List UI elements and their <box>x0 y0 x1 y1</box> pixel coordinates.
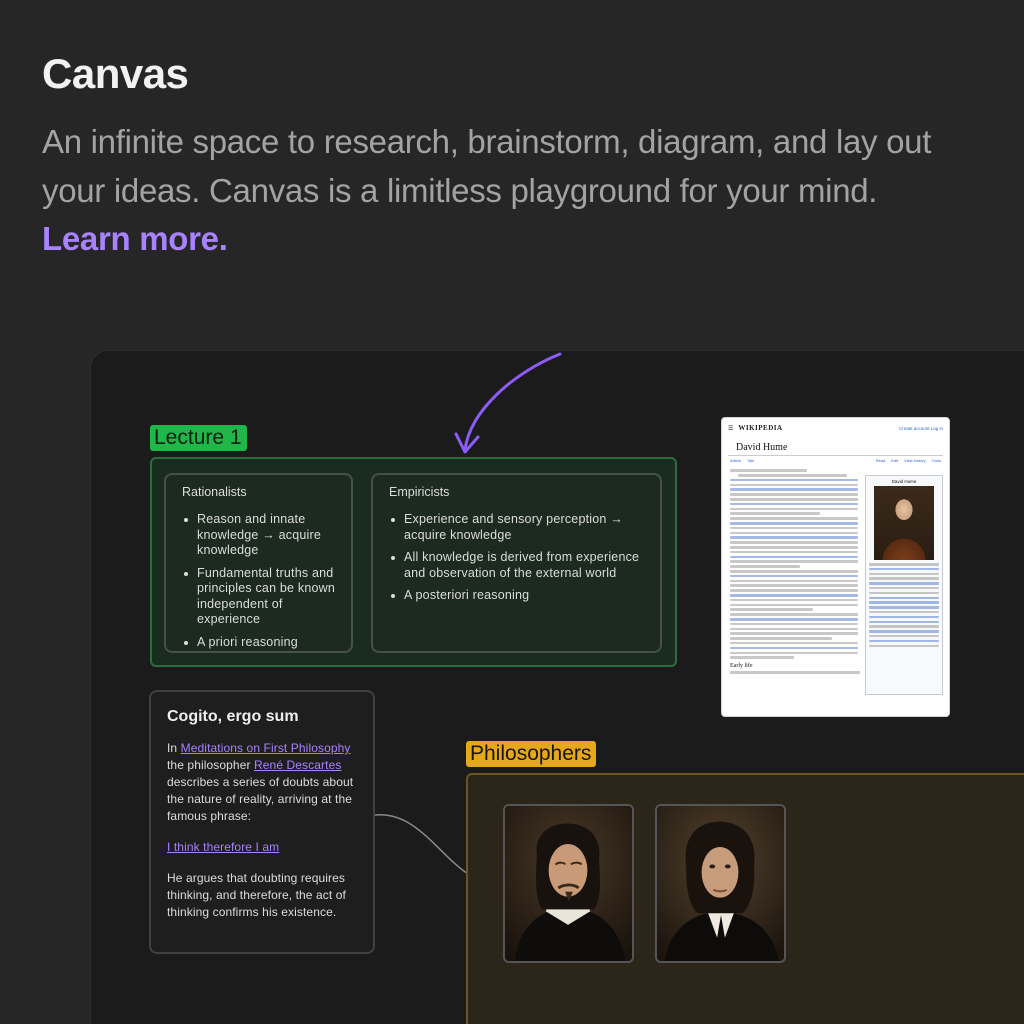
wiki-title: David Hume <box>728 438 943 456</box>
empiricists-list: Experience and sensory perception → acqu… <box>389 512 646 604</box>
rationalists-title: Rationalists <box>182 485 247 499</box>
hero-description-text: An infinite space to research, brainstor… <box>42 123 932 209</box>
empiricists-title: Empiricists <box>389 485 450 499</box>
wiki-tab[interactable]: Edit <box>891 458 898 463</box>
i-think-link[interactable]: I think therefore I am <box>167 840 279 854</box>
list-item: A posteriori reasoning <box>389 588 646 604</box>
rationalists-list: Reason and innate knowledge → acquire kn… <box>182 512 337 650</box>
wiki-tabs: Article Talk Read Edit View history Tool… <box>722 456 949 465</box>
group-label-philosophers[interactable]: Philosophers <box>466 741 597 768</box>
cogito-paragraph-2: He argues that doubting requires thinkin… <box>167 871 346 919</box>
meditations-link[interactable]: Meditations on First Philosophy <box>181 741 351 755</box>
list-item: Reason and innate knowledge → acquire kn… <box>182 512 337 559</box>
text-span: describes a series of doubts about the n… <box>167 775 354 823</box>
list-item: Fundamental truths and principles can be… <box>182 566 337 628</box>
wiki-tab[interactable]: Tools <box>932 458 941 463</box>
hero-description: An infinite space to research, brainstor… <box>42 118 972 264</box>
empiricists-card[interactable]: Empiricists Experience and sensory perce… <box>371 473 662 653</box>
wiki-tab[interactable]: Read <box>876 458 886 463</box>
spinoza-portrait[interactable] <box>655 804 786 963</box>
wiki-header: ☰ WIKIPEDIA Create account Log in <box>722 418 949 438</box>
rationalists-card[interactable]: Rationalists Reason and innate knowledge… <box>164 473 353 653</box>
cogito-title: Cogito, ergo sum <box>167 708 299 725</box>
descartes-portrait[interactable] <box>503 804 634 963</box>
text-span: the philosopher <box>167 758 254 772</box>
hero-title: Canvas <box>42 50 189 97</box>
wiki-tab[interactable]: Talk <box>747 458 754 463</box>
text-span: In <box>167 741 181 755</box>
wiki-infobox: David Hume <box>865 475 943 695</box>
cogito-paragraph: In Meditations on First Philosophy the p… <box>167 740 359 825</box>
wiki-logo: WIKIPEDIA <box>738 424 783 432</box>
hume-portrait <box>874 486 934 560</box>
wiki-tab[interactable]: View history <box>904 458 926 463</box>
wikipedia-card[interactable]: ☰ WIKIPEDIA Create account Log in David … <box>721 417 950 717</box>
list-item: All knowledge is derived from experience… <box>389 550 646 581</box>
descartes-link[interactable]: René Descartes <box>254 758 341 772</box>
menu-icon[interactable]: ☰ <box>728 425 733 432</box>
wiki-account-links[interactable]: Create account Log in <box>899 426 943 431</box>
list-item: A priori reasoning <box>182 635 337 651</box>
learn-more-link[interactable]: Learn more. <box>42 220 228 257</box>
wiki-tab[interactable]: Article <box>730 458 741 463</box>
quote-paragraph: I think therefore I am <box>167 839 359 856</box>
group-label-lecture[interactable]: Lecture 1 <box>150 425 247 452</box>
wiki-body: Early life David Hume <box>722 465 949 695</box>
infobox-name: David Hume <box>891 479 917 484</box>
cogito-card[interactable]: Cogito, ergo sum In Meditations on First… <box>149 690 375 954</box>
list-item: Experience and sensory perception → acqu… <box>389 512 646 543</box>
